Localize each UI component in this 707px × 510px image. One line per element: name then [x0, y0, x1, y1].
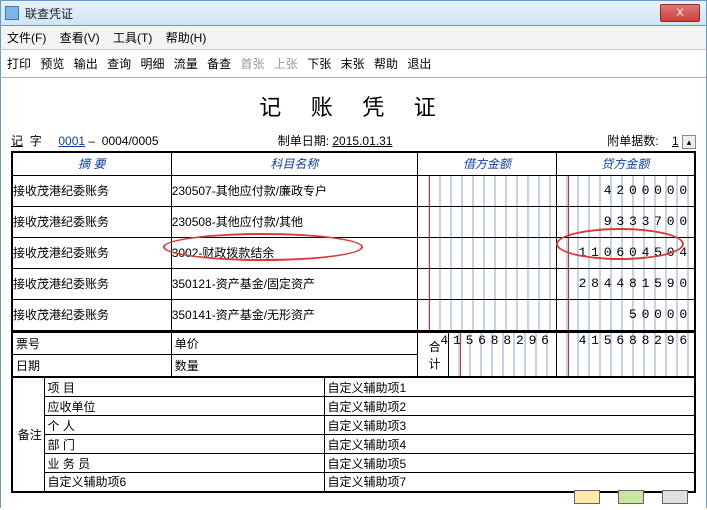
sub-table: 票号 单价 合 计 415688296 415688296 日期 数量: [11, 332, 696, 377]
cell-summary[interactable]: 接收茂港纪委账务: [12, 269, 171, 300]
cell-credit[interactable]: 9333700: [556, 207, 695, 238]
tool-note[interactable]: 备查: [207, 57, 231, 71]
doc-header: 记 字 0001 – 0004/0005 制单日期: 2015.01.31 附单…: [11, 132, 696, 149]
cell-summary[interactable]: 接收茂港纪委账务: [12, 238, 171, 269]
footer-icon[interactable]: [662, 490, 688, 504]
cell-debit[interactable]: [418, 176, 557, 207]
ticket-label: 票号: [12, 333, 171, 355]
seq1: 0001: [58, 134, 85, 148]
attach-label: 附单据数:: [607, 134, 658, 148]
remark-table: 备注 项 目 自定义辅助项1 应收单位自定义辅助项2 个 人自定义辅助项3 部 …: [11, 377, 696, 493]
attach-spinner[interactable]: ▴: [682, 135, 696, 149]
tool-first: 首张: [241, 57, 265, 71]
menu-view[interactable]: 查看(V): [60, 31, 100, 45]
cell-summary[interactable]: 接收茂港纪委账务: [12, 176, 171, 207]
voucher-page: 记 账 凭 证 记 字 0001 – 0004/0005 制单日期: 2015.…: [0, 78, 707, 508]
tool-exit[interactable]: 退出: [407, 57, 431, 71]
ji-label: 记: [11, 134, 23, 148]
title-bar: 联查凭证 X: [0, 0, 707, 26]
th-credit: 贷方金额: [556, 152, 695, 176]
foot-left: 业 务 员: [44, 454, 324, 473]
table-row: 接收茂港纪委账务 3002-财政拨款结余 110604504: [12, 238, 695, 269]
foot-left: 自定义辅助项6: [44, 473, 324, 492]
doc-title: 记 账 凭 证: [11, 90, 696, 122]
cell-summary[interactable]: 接收茂港纪委账务: [12, 207, 171, 238]
cell-credit[interactable]: 4200000: [556, 176, 695, 207]
cell-debit[interactable]: [418, 269, 557, 300]
foot-right: 自定义辅助项5: [324, 454, 695, 473]
table-row: 接收茂港纪委账务 350121-资产基金/固定资产 284481590: [12, 269, 695, 300]
app-icon: [5, 6, 19, 20]
foot-left: 项 目: [44, 378, 324, 397]
foot-left: 应收单位: [44, 397, 324, 416]
tool-flow[interactable]: 流量: [174, 57, 198, 71]
window-title: 联查凭证: [25, 5, 73, 22]
tool-query[interactable]: 查询: [107, 57, 131, 71]
date-row-label: 日期: [12, 355, 171, 377]
close-button[interactable]: X: [660, 4, 700, 22]
table-row: 接收茂港纪委账务 230508-其他应付款/其他 9333700: [12, 207, 695, 238]
menu-tool[interactable]: 工具(T): [113, 31, 152, 45]
cell-credit[interactable]: 284481590: [556, 269, 695, 300]
remark-label: 备注: [12, 378, 44, 492]
cell-subject[interactable]: 350121-资产基金/固定资产: [171, 269, 417, 300]
footer-icon[interactable]: [618, 490, 644, 504]
foot-right: 自定义辅助项1: [324, 378, 695, 397]
table-row: 接收茂港纪委账务 350141-资产基金/无形资产 50000: [12, 300, 695, 332]
th-subject: 科目名称: [171, 152, 417, 176]
menu-bar: 文件(F) 查看(V) 工具(T) 帮助(H): [0, 26, 707, 50]
foot-right: 自定义辅助项3: [324, 416, 695, 435]
foot-right: 自定义辅助项4: [324, 435, 695, 454]
debit-total: 415688296: [448, 333, 556, 377]
cell-credit[interactable]: 50000: [556, 300, 695, 332]
toolbar: 打印 预览 输出 查询 明细 流量 备查 首张 上张 下张 末张 帮助 退出: [0, 50, 707, 78]
footer-icon[interactable]: [574, 490, 600, 504]
tool-detail[interactable]: 明细: [140, 57, 164, 71]
foot-right: 自定义辅助项2: [324, 397, 695, 416]
cell-debit[interactable]: [418, 238, 557, 269]
menu-file[interactable]: 文件(F): [7, 31, 46, 45]
tool-last[interactable]: 末张: [341, 57, 365, 71]
tool-help[interactable]: 帮助: [374, 57, 398, 71]
tool-next[interactable]: 下张: [307, 57, 331, 71]
tool-preview[interactable]: 预览: [40, 57, 64, 71]
foot-left: 个 人: [44, 416, 324, 435]
voucher-table: 摘 要 科目名称 借方金额 贷方金额 接收茂港纪委账务 230507-其他应付款…: [11, 151, 696, 332]
date-label: 制单日期:: [278, 134, 329, 148]
cell-credit[interactable]: 110604504: [556, 238, 695, 269]
date-value: 2015.01.31: [332, 134, 392, 148]
seq-sep: –: [88, 134, 95, 148]
price-label: 单价: [171, 333, 417, 355]
cell-summary[interactable]: 接收茂港纪委账务: [12, 300, 171, 332]
cell-subject[interactable]: 230508-其他应付款/其他: [171, 207, 417, 238]
cell-subject[interactable]: 3002-财政拨款结余: [171, 238, 417, 269]
seq2: 0004/0005: [102, 134, 159, 148]
footer-icons: [574, 490, 688, 504]
th-debit: 借方金额: [418, 152, 557, 176]
foot-left: 部 门: [44, 435, 324, 454]
tool-print[interactable]: 打印: [7, 57, 31, 71]
cell-subject[interactable]: 350141-资产基金/无形资产: [171, 300, 417, 332]
foot-right: 自定义辅助项7: [324, 473, 695, 492]
table-row: 接收茂港纪委账务 230507-其他应付款/廉政专户 4200000: [12, 176, 695, 207]
th-summary: 摘 要: [12, 152, 171, 176]
cell-debit[interactable]: [418, 300, 557, 332]
menu-help[interactable]: 帮助(H): [166, 31, 207, 45]
cell-debit[interactable]: [418, 207, 557, 238]
tool-output[interactable]: 输出: [74, 57, 98, 71]
attach-value: 1: [672, 134, 679, 148]
cell-subject[interactable]: 230507-其他应付款/廉政专户: [171, 176, 417, 207]
tool-prev: 上张: [274, 57, 298, 71]
zi-label: 字: [30, 134, 42, 148]
credit-total: 415688296: [556, 333, 695, 377]
qty-label: 数量: [171, 355, 417, 377]
